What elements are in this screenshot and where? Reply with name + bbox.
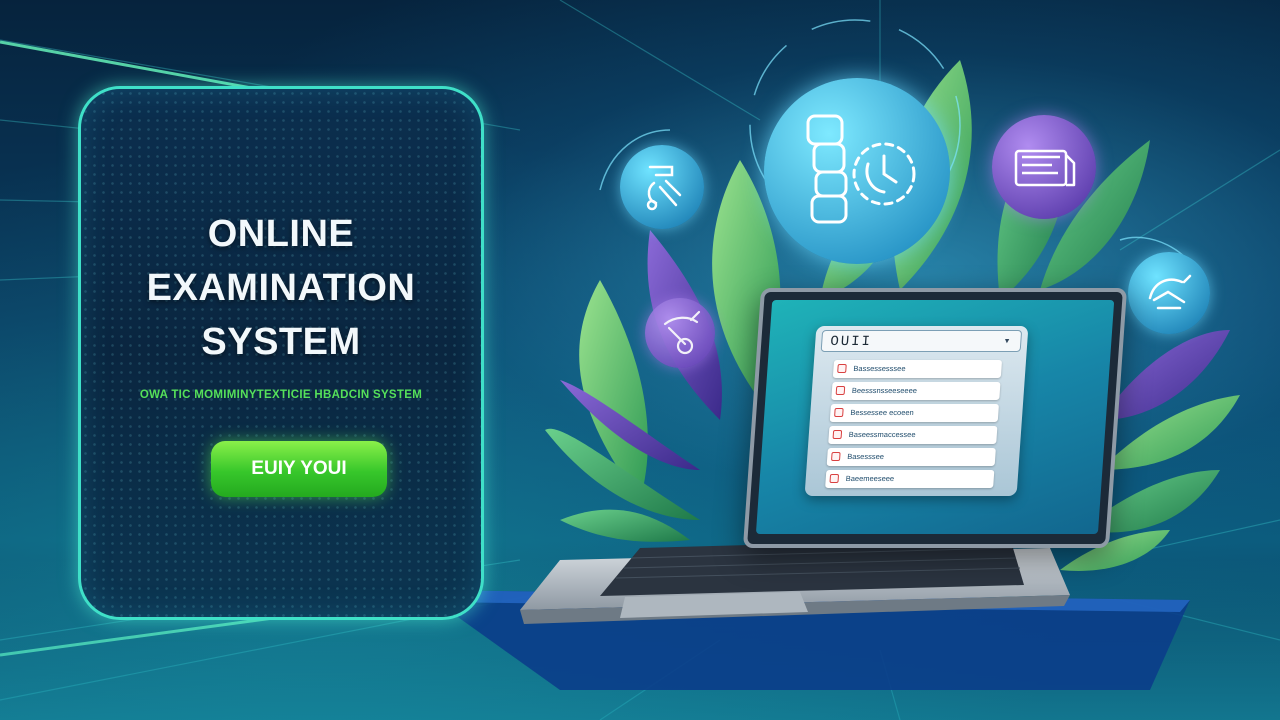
- question-text: Baseessmaccessee: [848, 430, 916, 439]
- checkbox-icon[interactable]: [829, 474, 840, 483]
- checkbox-icon[interactable]: [835, 386, 846, 395]
- quiz-timer-icon: [764, 78, 950, 264]
- quiz-window: OUII ▾ Bassessesssee Beesssnsseeseeee Be…: [804, 326, 1029, 496]
- question-row[interactable]: Basesssee: [826, 448, 996, 466]
- question-list: Bassessesssee Beesssnsseeseeee Bessessee…: [825, 360, 1003, 492]
- question-text: Beesssnsseeseeee: [851, 386, 918, 395]
- question-row[interactable]: Baeemeeseee: [825, 470, 995, 488]
- question-row[interactable]: Bassessesssee: [832, 360, 1003, 378]
- question-row[interactable]: Bessessee ecoeen: [829, 404, 999, 422]
- checkbox-icon[interactable]: [834, 408, 844, 417]
- question-text: Basesssee: [846, 452, 885, 461]
- question-text: Bessessee ecoeen: [850, 408, 915, 417]
- laptop-screen: OUII ▾ Bassessesssee Beesssnsseeseeee Be…: [742, 288, 1128, 548]
- quiz-title: OUII: [829, 334, 873, 350]
- question-text: Baeemeeseee: [845, 474, 895, 483]
- screen-content: OUII ▾ Bassessesssee Beesssnsseeseeee Be…: [755, 300, 1115, 534]
- question-text: Bassessesssee: [853, 364, 906, 373]
- checkbox-icon[interactable]: [830, 452, 841, 461]
- cta-button[interactable]: EUIY YOUI: [211, 441, 387, 497]
- hero-banner: ONLINE EXAMINATION SYSTEM OWA TIC MOMIMI…: [0, 0, 1280, 720]
- question-row[interactable]: Beesssnsseeseeee: [831, 382, 1001, 400]
- checkbox-icon[interactable]: [832, 430, 843, 439]
- title-line-3: SYSTEM: [201, 321, 361, 363]
- checkbox-icon[interactable]: [837, 364, 847, 373]
- student-icon: [645, 298, 715, 368]
- document-icon: [992, 115, 1096, 219]
- exam-writing-icon: [620, 145, 704, 229]
- subtitle: OWA TIC MOMIMINYTEXTICIE HBADCIN SYSTEM: [139, 389, 423, 401]
- question-row[interactable]: Baseessmaccessee: [828, 426, 998, 444]
- promo-panel: ONLINE EXAMINATION SYSTEM OWA TIC MOMIMI…: [78, 86, 484, 620]
- page-title: ONLINE EXAMINATION SYSTEM: [81, 207, 481, 369]
- quiz-title-bar: OUII ▾: [820, 330, 1023, 352]
- title-line-1: ONLINE: [207, 213, 355, 255]
- title-line-2: EXAMINATION: [146, 267, 416, 309]
- caret-icon: ▾: [1003, 336, 1013, 348]
- checklist-icon: [1128, 252, 1210, 334]
